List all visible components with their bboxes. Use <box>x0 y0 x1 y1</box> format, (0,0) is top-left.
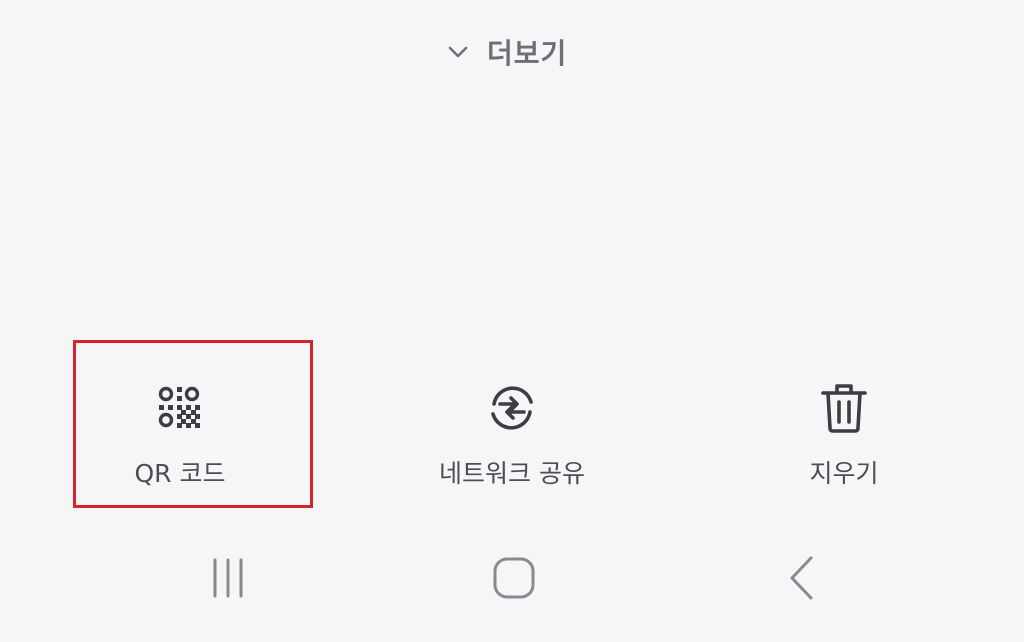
recents-button[interactable] <box>198 555 258 605</box>
chevron-down-icon <box>447 45 469 59</box>
more-toggle[interactable]: 더보기 <box>447 30 567 74</box>
qr-code-label: QR 코드 <box>134 459 226 488</box>
qr-code-button[interactable]: QR 코드 <box>60 380 300 490</box>
navigation-bar <box>0 545 1024 615</box>
more-label: 더보기 <box>487 37 568 70</box>
home-button[interactable] <box>484 555 544 605</box>
delete-button[interactable]: 지우기 <box>724 380 964 490</box>
back-button[interactable] <box>772 555 832 605</box>
delete-label: 지우기 <box>809 459 879 488</box>
back-icon <box>787 556 817 604</box>
network-share-button[interactable]: 네트워크 공유 <box>392 380 632 490</box>
recents-icon <box>208 558 248 602</box>
network-share-icon <box>484 380 540 436</box>
network-share-label: 네트워크 공유 <box>439 459 585 488</box>
home-icon <box>492 556 536 604</box>
qr-code-icon <box>152 380 208 436</box>
trash-icon <box>816 380 872 436</box>
